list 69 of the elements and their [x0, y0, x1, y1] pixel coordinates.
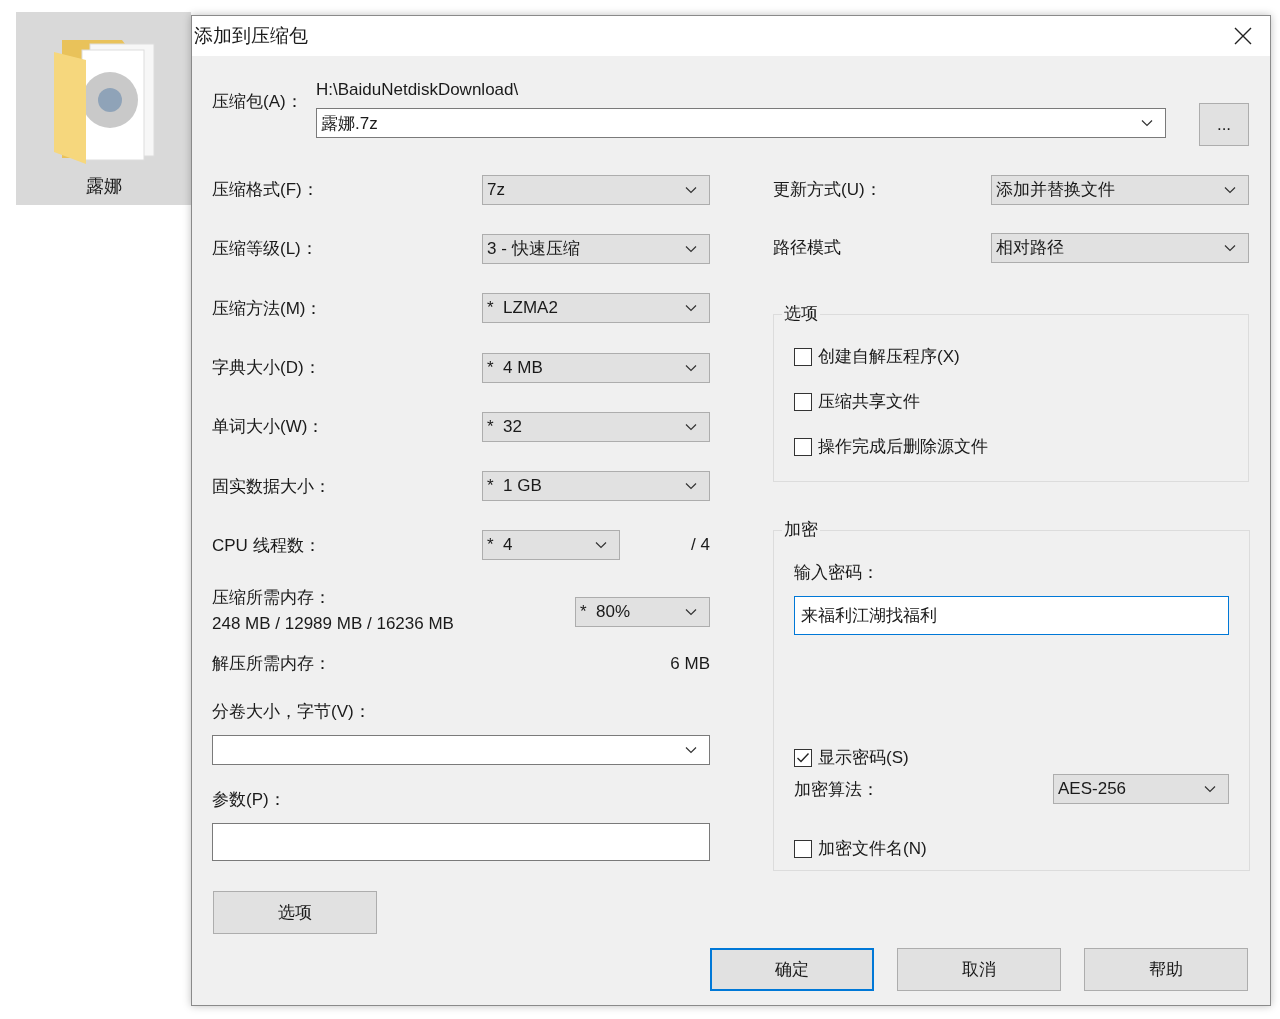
field-label: 更新方式(U)： — [773, 179, 883, 201]
dropdown[interactable]: 相对路径 — [991, 232, 1249, 263]
chevron-icon — [1224, 243, 1236, 252]
chevron-icon — [1224, 185, 1236, 194]
chevron-icon — [685, 422, 697, 431]
field-label: 压缩等级(L)： — [212, 238, 319, 261]
field-label: 字典大小(D)： — [212, 357, 322, 380]
dropdown[interactable]: AES-256 — [1053, 774, 1229, 804]
field-label: 加密算法： — [794, 778, 879, 801]
checkbox-label: 压缩共享文件 — [818, 391, 920, 413]
chevron-icon — [1204, 785, 1216, 793]
group-title: 加密 — [783, 519, 819, 541]
checkbox[interactable] — [794, 748, 812, 767]
field-label: 压缩方法(M)： — [212, 297, 324, 320]
memory-value: 6 MB — [670, 653, 710, 676]
chevron-icon — [685, 363, 697, 372]
desktop-icon[interactable]: 露娜 — [16, 12, 191, 205]
close-icon[interactable] — [1234, 27, 1252, 45]
checkbox-label: 创建自解压程序(X) — [818, 346, 960, 368]
dropdown[interactable]: 露娜.7z — [316, 108, 1166, 138]
group-title: 选项 — [783, 303, 819, 325]
chevron-icon — [685, 746, 697, 755]
dropdown[interactable]: * 4 — [482, 530, 620, 561]
password-field[interactable]: 来福利江湖找福利 — [794, 596, 1229, 635]
icon-label: 露娜 — [85, 175, 122, 198]
checkbox[interactable] — [794, 437, 812, 456]
field-label: 单词大小(W)： — [212, 416, 326, 439]
dropdown[interactable]: * LZMA2 — [482, 293, 710, 324]
dialog-button[interactable]: 取消 — [897, 948, 1061, 992]
options-button[interactable]: 选项 — [213, 891, 377, 935]
dropdown[interactable]: 7z — [482, 174, 710, 205]
dropdown[interactable]: * 4 MB — [482, 352, 710, 383]
archive-path: H:\BaiduNetdiskDownload\ — [316, 79, 520, 101]
field-label: 固实数据大小： — [212, 475, 332, 498]
browse-button[interactable]: ... — [1199, 103, 1249, 146]
checkbox[interactable] — [794, 392, 812, 411]
memory-value: 248 MB / 12989 MB / 16236 MB — [212, 613, 454, 636]
checkbox-label: 加密文件名(N) — [818, 838, 927, 860]
checkbox[interactable] — [794, 347, 812, 366]
field-label: 输入密码： — [794, 562, 880, 584]
dropdown[interactable]: 3 - 快速压缩 — [482, 233, 710, 264]
dropdown[interactable]: * 32 — [482, 411, 710, 442]
window-title: 添加到压缩包 — [194, 24, 308, 48]
thread-count: / 4 — [691, 535, 710, 556]
checkbox[interactable] — [794, 839, 812, 858]
field-label: 分卷大小，字节(V)： — [212, 701, 372, 724]
checkbox-label: 显示密码(S) — [818, 747, 909, 769]
chevron-icon — [1141, 119, 1153, 127]
dropdown[interactable]: * 80% — [575, 597, 710, 628]
chevron-icon — [685, 304, 697, 313]
dropdown[interactable]: * 1 GB — [482, 471, 710, 502]
field-label: 路径模式 — [773, 237, 842, 259]
field-label: 压缩格式(F)： — [212, 179, 320, 202]
input-field[interactable] — [212, 823, 710, 862]
field-label: 压缩所需内存： — [212, 587, 332, 610]
field-label: 参数(P)： — [212, 789, 287, 812]
field-label: CPU 线程数： — [212, 534, 322, 557]
chevron-icon — [595, 541, 607, 550]
dialog-button[interactable]: 帮助 — [1084, 948, 1248, 992]
chevron-icon — [685, 244, 697, 253]
dialog-button[interactable]: 确定 — [710, 948, 874, 992]
dropdown[interactable] — [212, 735, 710, 766]
chevron-icon — [685, 608, 697, 617]
field-label: 解压所需内存： — [212, 653, 331, 676]
field-label: 压缩包(A)： — [212, 91, 304, 113]
checkbox-label: 操作完成后删除源文件 — [818, 436, 988, 458]
chevron-icon — [685, 482, 697, 491]
chevron-icon — [685, 185, 697, 194]
dropdown[interactable]: 添加并替换文件 — [991, 174, 1249, 205]
